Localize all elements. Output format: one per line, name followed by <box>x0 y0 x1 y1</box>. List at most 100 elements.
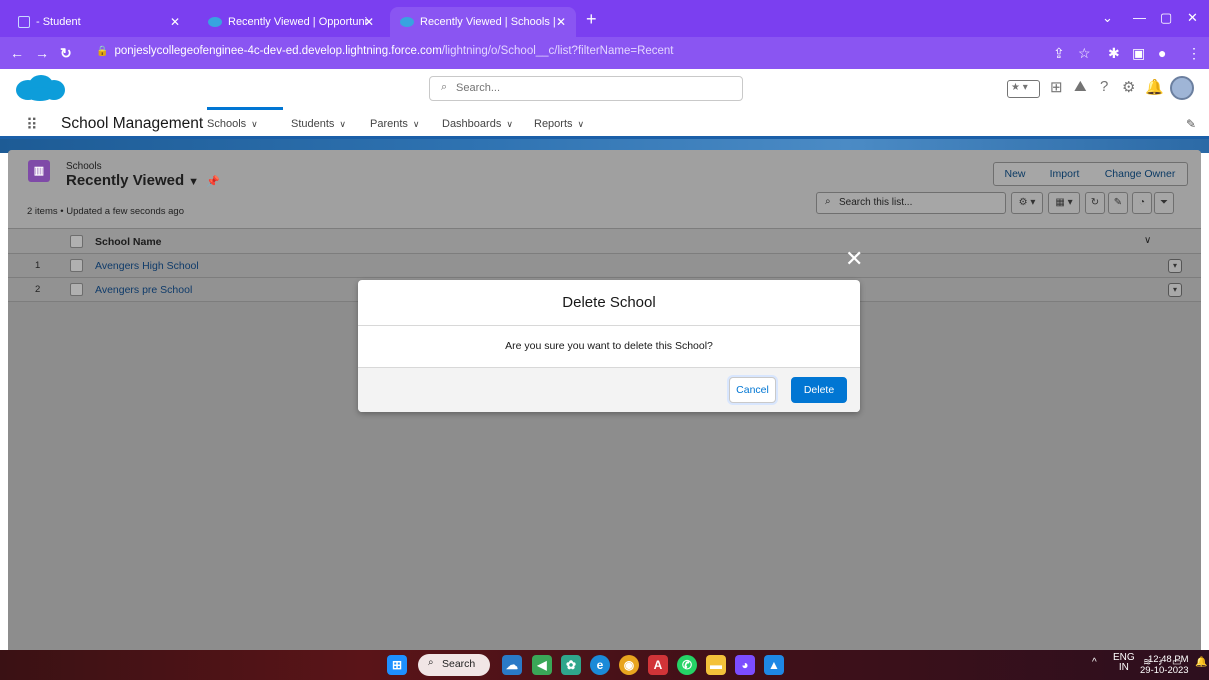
search-icon: ⌕ <box>825 196 831 207</box>
tab-search-icon[interactable]: ⌄ <box>1102 10 1113 26</box>
reload-icon[interactable]: ↻ <box>60 45 72 62</box>
close-tab-icon[interactable]: ✕ <box>170 15 180 29</box>
restore-icon[interactable]: ▢ <box>1160 10 1172 26</box>
notification-bell-icon[interactable]: 🔔 <box>1195 657 1207 668</box>
edit-pencil-icon[interactable]: ✎ <box>1108 192 1128 214</box>
chevron-down-icon[interactable]: ∨ <box>339 119 346 129</box>
browser-tab-student[interactable]: - Student ✕ <box>8 7 190 37</box>
row-checkbox[interactable] <box>70 283 83 296</box>
file-explorer-icon[interactable]: ▬ <box>706 655 726 675</box>
system-clock[interactable]: 12:48 PM 29-10-2023 <box>1140 654 1189 676</box>
nav-tab-reports[interactable]: Reports ∨ <box>534 118 584 130</box>
page-icon <box>18 16 30 28</box>
profile-icon[interactable]: ● <box>1158 45 1166 61</box>
favorites-button[interactable]: ★ ▾ <box>1007 80 1040 98</box>
lock-icon: 🔒 <box>96 46 109 57</box>
nav-tab-dashboards[interactable]: Dashboards ∨ <box>442 118 513 130</box>
star-icon: ★ <box>1011 82 1020 93</box>
browser-tab-schools[interactable]: Recently Viewed | Schools | Sale ✕ <box>390 7 576 37</box>
share-icon[interactable]: ⇪ <box>1053 45 1065 62</box>
list-view-selector[interactable]: Recently Viewed ▼ <box>66 172 199 189</box>
select-all-checkbox[interactable] <box>70 235 83 248</box>
object-label: Schools <box>66 161 102 172</box>
user-avatar[interactable] <box>1170 76 1194 100</box>
trailhead-icon[interactable]: ⛰ <box>1074 78 1087 95</box>
salesforce-logo[interactable] <box>14 75 66 101</box>
nav-tab-students[interactable]: Students ∨ <box>291 118 346 130</box>
back-icon[interactable]: ← <box>10 45 24 61</box>
show-hidden-icons[interactable]: ^ <box>1092 657 1097 668</box>
school-object-icon: ▥ <box>28 160 50 182</box>
edit-nav-pencil-icon[interactable]: ✎ <box>1186 117 1196 131</box>
minimize-icon[interactable]: — <box>1133 10 1146 25</box>
row-checkbox[interactable] <box>70 259 83 272</box>
display-as-table-icon[interactable]: ▦ ▾ <box>1048 192 1080 214</box>
app-icon[interactable]: ✿ <box>561 655 581 675</box>
close-window-icon[interactable]: ✕ <box>1187 10 1198 26</box>
setup-gear-icon[interactable]: ⚙ <box>1122 78 1135 96</box>
new-tab-button[interactable]: + <box>586 10 597 28</box>
pin-icon[interactable]: 📌 <box>206 175 220 188</box>
import-button[interactable]: Import <box>1036 162 1094 186</box>
school-name-link[interactable]: Avengers High School <box>95 260 199 272</box>
search-icon: ⌕ <box>441 81 448 93</box>
help-icon[interactable]: ? <box>1100 78 1108 95</box>
delete-school-modal: Delete School Are you sure you want to d… <box>358 280 860 412</box>
taskbar-search[interactable]: ⌕ Search <box>418 654 490 676</box>
language-indicator[interactable]: ENG IN <box>1113 653 1135 673</box>
browser-tab-opportunities[interactable]: Recently Viewed | Opportunities ✕ <box>198 7 384 37</box>
nav-tab-parents[interactable]: Parents ∨ <box>370 118 420 130</box>
photos-icon[interactable]: ▲ <box>764 655 784 675</box>
cancel-button[interactable]: Cancel <box>729 377 776 403</box>
list-search-input[interactable]: ⌕ Search this list... <box>816 192 1006 214</box>
chevron-down-icon[interactable]: ∨ <box>578 119 585 129</box>
bookmark-star-icon[interactable]: ☆ <box>1078 45 1091 62</box>
url-field[interactable]: 🔒 ponjeslycollegeofenginee-4c-dev-ed.deve… <box>96 45 674 57</box>
weather-widget-icon[interactable]: ☁ <box>502 655 522 675</box>
chevron-down-icon[interactable]: ∨ <box>1144 235 1151 246</box>
chevron-down-icon[interactable]: ∨ <box>506 119 513 129</box>
acrobat-icon[interactable]: A <box>648 655 668 675</box>
app-launcher-icon[interactable]: ⠿ <box>26 115 38 135</box>
column-header-school-name[interactable]: School Name <box>95 236 162 248</box>
close-modal-icon[interactable]: ✕ <box>845 248 863 270</box>
list-meta-text: 2 items • Updated a few seconds ago <box>27 206 185 217</box>
new-button[interactable]: New <box>993 162 1037 186</box>
school-name-link[interactable]: Avengers pre School <box>95 284 192 296</box>
row-actions-icon[interactable]: ▾ <box>1168 283 1182 297</box>
chevron-down-icon: ▾ <box>1022 82 1028 93</box>
global-header: ⌕ Search... ★ ▾ ⊞ ⛰ ? ⚙ 🔔 <box>0 69 1209 107</box>
list-view-header: ▥ Schools Recently Viewed ▼ 📌 2 items • U… <box>8 150 1201 228</box>
side-panel-icon[interactable]: ▣ <box>1132 45 1145 62</box>
modal-title: Delete School <box>358 280 860 326</box>
close-tab-icon[interactable]: ✕ <box>556 15 566 29</box>
global-search-input[interactable]: ⌕ Search... <box>429 76 743 101</box>
delete-button[interactable]: Delete <box>791 377 847 403</box>
chevron-down-icon[interactable]: ∨ <box>413 119 420 129</box>
windows-start-icon[interactable]: ⊞ <box>387 655 407 675</box>
chart-icon[interactable]: ◔ <box>1132 192 1152 214</box>
change-owner-button[interactable]: Change Owner <box>1093 162 1188 186</box>
chevron-down-icon[interactable]: ∨ <box>251 119 258 129</box>
refresh-icon[interactable]: ↻ <box>1085 192 1105 214</box>
salesforce-favicon <box>208 17 222 27</box>
whatsapp-icon[interactable]: ✆ <box>677 655 697 675</box>
global-actions-icon[interactable]: ⊞ <box>1050 78 1063 96</box>
close-tab-icon[interactable]: ✕ <box>364 15 374 29</box>
nav-tab-schools[interactable]: Schools ∨ <box>207 107 283 139</box>
row-actions-icon[interactable]: ▾ <box>1168 259 1182 273</box>
salesforce-favicon <box>400 17 414 27</box>
list-settings-gear-icon[interactable]: ⚙ ▾ <box>1011 192 1043 214</box>
caret-down-icon: ▼ <box>188 176 200 188</box>
chrome-profile-icon[interactable]: ◕ <box>735 655 755 675</box>
filter-icon[interactable]: ⏷ <box>1154 192 1174 214</box>
chrome-browser-icon[interactable]: ◉ <box>619 655 639 675</box>
modal-footer: Cancel Delete <box>358 367 860 412</box>
edge-browser-icon[interactable]: e <box>590 655 610 675</box>
gaming-app-icon[interactable]: ◀ <box>532 655 552 675</box>
extensions-icon[interactable]: ✱ <box>1108 45 1120 62</box>
app-name: School Management <box>61 115 204 132</box>
forward-icon[interactable]: → <box>35 45 49 61</box>
menu-kebab-icon[interactable]: ⋮ <box>1187 45 1201 62</box>
notifications-bell-icon[interactable]: 🔔 <box>1145 78 1164 96</box>
